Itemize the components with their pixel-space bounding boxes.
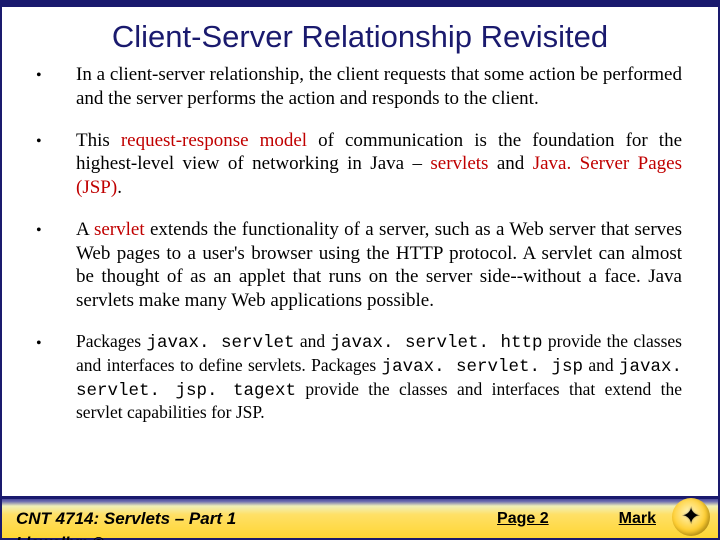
slide-title: Client-Server Relationship Revisited [2,7,718,61]
bullet-text: Packages javax. servlet and javax. servl… [76,331,682,425]
bullet-text: A servlet extends the functionality of a… [76,218,682,313]
text-run: and [294,331,330,351]
logo-disc: ✦ [672,498,710,536]
text-run-emphasis: request-response model [121,130,307,151]
bullet-text: In a client-server relationship, the cli… [76,63,682,111]
text-run: extends the functionality of a server, s… [76,219,682,311]
text-run-emphasis: servlets [430,153,488,174]
text-run-emphasis: servlet [94,219,145,240]
bullet-item: Packages javax. servlet and javax. servl… [36,331,682,425]
text-run: This [76,130,121,151]
text-run: and [488,153,532,174]
text-run-code: javax. servlet. jsp [382,357,583,377]
footer-course: CNT 4714: Servlets – Part 1 [16,509,497,529]
footer-copyright: Llewellyn © [2,535,104,540]
slide-footer: CNT 4714: Servlets – Part 1 Page 2 Mark … [2,496,718,538]
bullet-item: In a client-server relationship, the cli… [36,63,682,111]
slide-content: In a client-server relationship, the cli… [2,61,718,496]
text-run: . [117,177,122,198]
ucf-logo: ✦ [672,498,710,536]
footer-page: Page 2 [497,510,549,528]
text-run: In a client-server relationship, the cli… [76,64,682,109]
text-run: Packages [76,331,146,351]
slide: Client-Server Relationship Revisited In … [0,0,720,540]
footer-author: Mark [619,510,656,528]
text-run-code: javax. servlet. http [330,333,542,353]
text-run: and [583,355,619,375]
bullet-item: A servlet extends the functionality of a… [36,218,682,313]
text-run-code: javax. servlet [146,333,294,353]
bullet-list: In a client-server relationship, the cli… [36,63,682,424]
bullet-text: This request-response model of communica… [76,129,682,200]
pegasus-icon: ✦ [681,505,701,529]
text-run: A [76,219,94,240]
bullet-item: This request-response model of communica… [36,129,682,200]
